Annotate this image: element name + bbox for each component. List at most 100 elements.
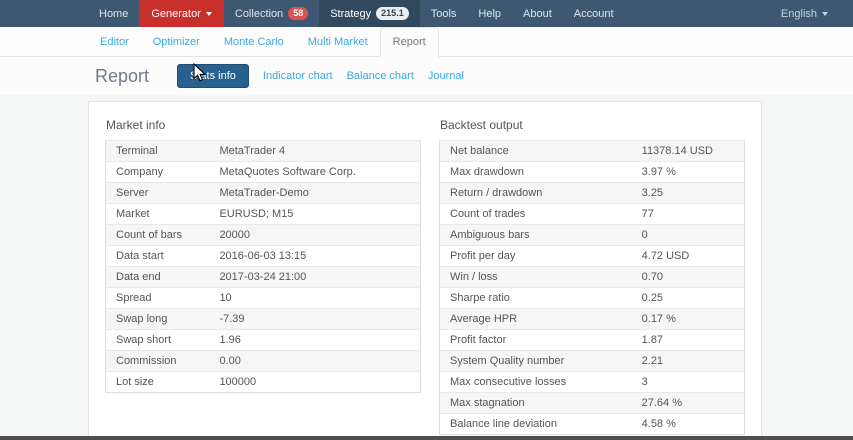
table-row: Profit factor 1.87 — [439, 329, 745, 351]
row-label: Company — [105, 161, 210, 183]
row-label: Terminal — [105, 140, 210, 162]
table-row: Data end 2017-03-24 21:00 — [105, 266, 421, 288]
row-value: -7.39 — [209, 308, 421, 330]
subnav-item-multi-market[interactable]: Multi Market — [296, 28, 380, 56]
row-label: Data start — [105, 245, 210, 267]
row-label: Data end — [105, 266, 210, 288]
nav-item-generator[interactable]: Generator — [139, 0, 224, 27]
topnav-right: English — [770, 0, 853, 27]
row-label: Win / loss — [439, 266, 632, 288]
row-value: EURUSD; M15 — [209, 203, 421, 225]
row-value: 11378.14 USD — [631, 140, 745, 162]
row-value: MetaQuotes Software Corp. — [209, 161, 421, 183]
row-value: 27.64 % — [631, 392, 745, 414]
row-value: 0.17 % — [631, 308, 745, 330]
backtest-output-table: Net balance 11378.14 USD Max drawdown 3.97 … — [439, 140, 745, 435]
tab-indicator-chart[interactable]: Indicator chart — [263, 70, 333, 82]
row-value: 4.72 USD — [631, 245, 745, 267]
table-row: Count of trades 77 — [439, 203, 745, 225]
row-value: 0.00 — [209, 350, 421, 372]
nav-item-strategy[interactable]: Strategy 215.1 — [319, 0, 420, 27]
row-value: 20000 — [209, 224, 421, 246]
content-area: Market info Terminal MetaTrader 4 Company M… — [0, 95, 853, 440]
row-value: 3.25 — [631, 182, 745, 204]
nav-item-about[interactable]: About — [512, 0, 563, 27]
table-row: System Quality number 2.21 — [439, 350, 745, 372]
top-navbar: Home Generator Collection 58 Strategy 21… — [0, 0, 853, 27]
bottom-bar — [0, 436, 853, 440]
row-value: 3 — [631, 371, 745, 393]
row-value: 3.97 % — [631, 161, 745, 183]
table-row: Company MetaQuotes Software Corp. — [105, 161, 421, 183]
subnav-item-monte-carlo[interactable]: Monte Carlo — [212, 28, 296, 56]
section-title-market-info: Market info — [106, 118, 166, 132]
strategy-subnav: Editor Optimizer Monte Carlo Multi Marke… — [0, 27, 853, 57]
table-row: Swap long -7.39 — [105, 308, 421, 330]
report-tab-group: Stats info Indicator chart Balance chart… — [177, 64, 464, 88]
market-info-section: Market info Terminal MetaTrader 4 Company M… — [105, 118, 421, 440]
table-row: Net balance 11378.14 USD — [439, 140, 745, 162]
row-label: Max drawdown — [439, 161, 632, 183]
caret-down-icon — [205, 11, 212, 16]
subnav-item-optimizer[interactable]: Optimizer — [141, 28, 212, 56]
row-value: 2016-06-03 13:15 — [209, 245, 421, 267]
row-value: MetaTrader 4 — [209, 140, 421, 162]
nav-item-account[interactable]: Account — [563, 0, 625, 27]
row-label: Swap long — [105, 308, 210, 330]
table-row: Swap short 1.96 — [105, 329, 421, 351]
table-row: Ambiguous bars 0 — [439, 224, 745, 246]
table-row: Market EURUSD; M15 — [105, 203, 421, 225]
row-value: 77 — [631, 203, 745, 225]
table-row: Data start 2016-06-03 13:15 — [105, 245, 421, 267]
tab-stats-info[interactable]: Stats info — [177, 64, 249, 88]
row-label: Swap short — [105, 329, 210, 351]
row-label: Max consecutive losses — [439, 371, 632, 393]
table-row: Max drawdown 3.97 % — [439, 161, 745, 183]
nav-item-home[interactable]: Home — [88, 0, 139, 27]
section-title-backtest-output: Backtest output — [440, 118, 523, 132]
table-row: Max stagnation 27.64 % — [439, 392, 745, 414]
tab-balance-chart[interactable]: Balance chart — [347, 70, 414, 82]
row-label: Profit per day — [439, 245, 632, 267]
row-value: 0 — [631, 224, 745, 246]
language-selector[interactable]: English — [770, 0, 839, 27]
table-row: Terminal MetaTrader 4 — [105, 140, 421, 162]
collection-count-badge: 58 — [288, 7, 309, 20]
nav-item-tools[interactable]: Tools — [420, 0, 468, 27]
row-value: 2.21 — [631, 350, 745, 372]
table-row: Count of bars 20000 — [105, 224, 421, 246]
page-title: Report — [95, 65, 150, 86]
row-label: Count of trades — [439, 203, 632, 225]
row-value: 1.87 — [631, 329, 745, 351]
nav-item-help[interactable]: Help — [467, 0, 512, 27]
row-label: Balance line deviation — [439, 413, 632, 435]
row-label: Market — [105, 203, 210, 225]
row-label: Average HPR — [439, 308, 632, 330]
subnav-item-editor[interactable]: Editor — [88, 28, 141, 56]
table-row: Spread 10 — [105, 287, 421, 309]
language-label: English — [780, 7, 817, 20]
row-label: Return / drawdown — [439, 182, 632, 204]
nav-item-collection[interactable]: Collection 58 — [224, 0, 319, 27]
row-value: 100000 — [209, 371, 421, 393]
table-row: Max consecutive losses 3 — [439, 371, 745, 393]
table-row: Return / drawdown 3.25 — [439, 182, 745, 204]
report-card: Market info Terminal MetaTrader 4 Company M… — [88, 101, 762, 440]
nav-item-strategy-label: Strategy — [330, 7, 372, 20]
row-value: 0.70 — [631, 266, 745, 288]
subnav-item-report[interactable]: Report — [379, 27, 439, 57]
table-row: Average HPR 0.17 % — [439, 308, 745, 330]
table-row: Sharpe ratio 0.25 — [439, 287, 745, 309]
strategy-count-badge: 215.1 — [376, 7, 409, 20]
table-row: Server MetaTrader-Demo — [105, 182, 421, 204]
tab-journal[interactable]: Journal — [428, 70, 464, 82]
table-row: Lot size 100000 — [105, 371, 421, 393]
row-label: Count of bars — [105, 224, 210, 246]
table-row: Profit per day 4.72 USD — [439, 245, 745, 267]
row-label: Profit factor — [439, 329, 632, 351]
row-value: 4.58 % — [631, 413, 745, 435]
row-value: 10 — [209, 287, 421, 309]
caret-down-icon — [822, 11, 828, 16]
row-label: Sharpe ratio — [439, 287, 632, 309]
row-label: Max stagnation — [439, 392, 632, 414]
